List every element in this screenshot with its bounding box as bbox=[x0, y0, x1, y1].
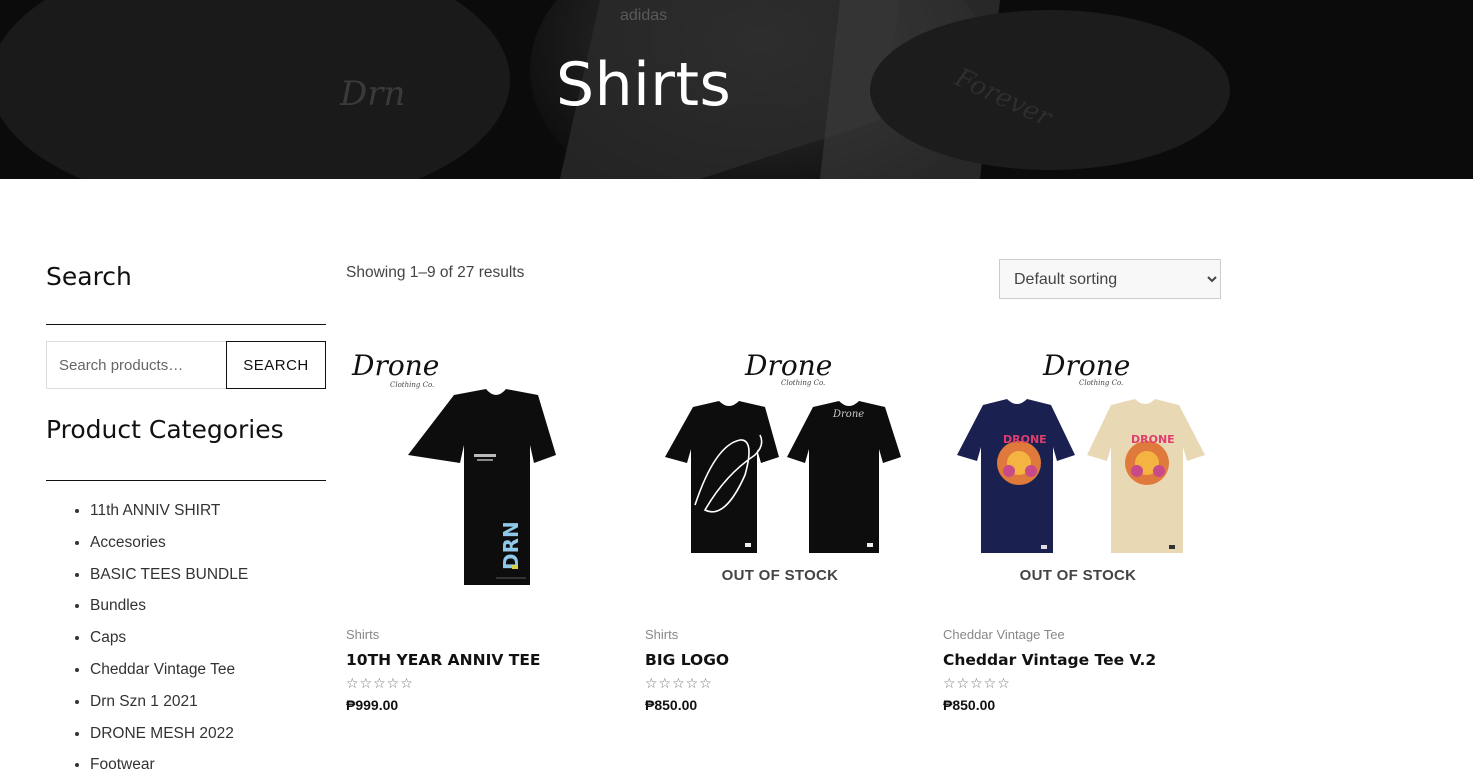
category-link[interactable]: DRONE MESH 2022 bbox=[90, 725, 234, 742]
hero-background-image: Drn Forever adidas bbox=[0, 0, 1473, 179]
out-of-stock-badge: OUT OF STOCK bbox=[1019, 567, 1137, 584]
product-card[interactable]: Drone Clothing Co. DRN Shirts 10TH YEAR … bbox=[346, 345, 616, 713]
hero-banner: Drn Forever adidas Shirts bbox=[0, 0, 1473, 179]
page-title: Shirts bbox=[556, 50, 732, 120]
tshirt-image: DRN bbox=[408, 389, 556, 585]
categories-widget-title: Product Categories bbox=[46, 415, 284, 444]
tshirt-image: Drone bbox=[665, 401, 901, 553]
result-count: Showing 1–9 of 27 results bbox=[346, 264, 525, 281]
svg-text:DRN: DRN bbox=[499, 521, 523, 570]
category-link[interactable]: Drn Szn 1 2021 bbox=[90, 693, 198, 710]
svg-text:DRONE: DRONE bbox=[1003, 433, 1047, 446]
list-item: BASIC TEES BUNDLE bbox=[90, 564, 248, 596]
star-rating-icon: ☆☆☆☆☆ bbox=[943, 675, 1011, 691]
product-category: Shirts bbox=[645, 627, 679, 642]
product-card[interactable]: Drone Clothing Co. DRONE DRONE OUT OF ST… bbox=[943, 345, 1213, 713]
list-item: DRONE MESH 2022 bbox=[90, 723, 248, 755]
svg-text:adidas: adidas bbox=[620, 7, 667, 24]
product-price: ₱850.00 bbox=[943, 697, 996, 713]
product-image[interactable]: Drone Clothing Co. Drone OUT OF STOCK bbox=[645, 345, 915, 595]
list-item: Footwear bbox=[90, 754, 248, 770]
list-item: Caps bbox=[90, 627, 248, 659]
star-rating-icon: ☆☆☆☆☆ bbox=[346, 675, 414, 691]
category-link[interactable]: Caps bbox=[90, 629, 126, 646]
sort-select[interactable]: Default sorting bbox=[999, 259, 1221, 299]
category-link[interactable]: Bundles bbox=[90, 597, 146, 614]
category-link[interactable]: Accesories bbox=[90, 534, 166, 551]
category-link[interactable]: BASIC TEES BUNDLE bbox=[90, 566, 248, 583]
divider bbox=[46, 324, 326, 325]
product-title[interactable]: BIG LOGO bbox=[645, 651, 729, 669]
search-input[interactable] bbox=[46, 341, 226, 389]
product-card[interactable]: Drone Clothing Co. Drone OUT OF STOCK Sh… bbox=[645, 345, 915, 713]
product-category: Cheddar Vintage Tee bbox=[943, 627, 1065, 642]
svg-text:Drn: Drn bbox=[339, 74, 405, 114]
product-image[interactable]: Drone Clothing Co. DRN bbox=[346, 345, 616, 595]
category-link[interactable]: 11th ANNIV SHIRT bbox=[90, 502, 220, 519]
list-item: Bundles bbox=[90, 595, 248, 627]
divider bbox=[46, 480, 326, 481]
list-item: Cheddar Vintage Tee bbox=[90, 659, 248, 691]
svg-text:Drone: Drone bbox=[832, 409, 864, 420]
product-category: Shirts bbox=[346, 627, 380, 642]
out-of-stock-badge: OUT OF STOCK bbox=[721, 567, 839, 584]
tshirt-image: DRONE DRONE bbox=[957, 399, 1205, 553]
category-link[interactable]: Cheddar Vintage Tee bbox=[90, 661, 235, 678]
product-price: ₱999.00 bbox=[346, 697, 399, 713]
product-title[interactable]: Cheddar Vintage Tee V.2 bbox=[943, 651, 1156, 669]
category-list: 11th ANNIV SHIRT Accesories BASIC TEES B… bbox=[90, 500, 248, 770]
search-form: SEARCH bbox=[46, 341, 326, 389]
list-item: 11th ANNIV SHIRT bbox=[90, 500, 248, 532]
star-rating-icon: ☆☆☆☆☆ bbox=[645, 675, 713, 691]
product-title[interactable]: 10TH YEAR ANNIV TEE bbox=[346, 651, 541, 669]
category-link[interactable]: Footwear bbox=[90, 756, 155, 770]
list-item: Drn Szn 1 2021 bbox=[90, 691, 248, 723]
product-price: ₱850.00 bbox=[645, 697, 698, 713]
list-item: Accesories bbox=[90, 532, 248, 564]
search-button[interactable]: SEARCH bbox=[226, 341, 326, 389]
svg-text:DRONE: DRONE bbox=[1131, 433, 1175, 446]
product-image[interactable]: Drone Clothing Co. DRONE DRONE OUT OF ST… bbox=[943, 345, 1213, 595]
search-widget-title: Search bbox=[46, 262, 132, 291]
